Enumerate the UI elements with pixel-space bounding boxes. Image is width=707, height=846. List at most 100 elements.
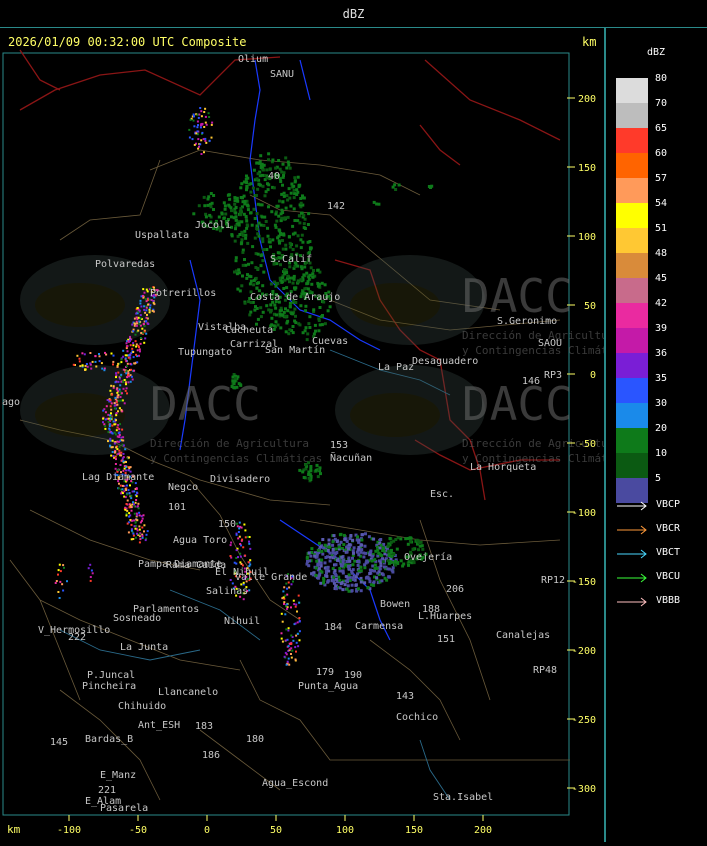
place-label: Tupungato <box>178 347 232 358</box>
echo-cell <box>136 349 139 352</box>
echo-cell <box>297 322 301 326</box>
echo-cell <box>290 656 293 659</box>
legend-swatch-35 <box>616 378 648 403</box>
echo-cell <box>407 563 410 567</box>
place-label: 206 <box>446 584 464 595</box>
timestamp-label: 2026/01/09 00:32:00 UTC Composite <box>8 35 247 49</box>
echo-cell <box>152 301 155 304</box>
place-label: ago <box>2 397 20 408</box>
place-label: S.Calif <box>270 254 312 265</box>
legend-swatch-39 <box>616 328 648 353</box>
echo-cell <box>293 603 296 606</box>
echo-cell <box>114 455 117 458</box>
echo-cell <box>282 233 286 237</box>
place-label: Punta_Agua <box>298 681 358 692</box>
echo-cell <box>359 580 363 584</box>
echo-cell <box>112 360 115 363</box>
echo-cell <box>110 412 112 415</box>
echo-cell <box>381 560 385 564</box>
place-label: 186 <box>202 750 220 761</box>
echo-cell <box>287 657 290 660</box>
echo-cell <box>295 641 298 644</box>
echo-cell <box>117 380 120 383</box>
echo-cell <box>59 570 62 573</box>
echo-cell <box>269 303 273 307</box>
echo-cell <box>387 549 391 553</box>
echo-cell <box>128 467 131 470</box>
echo-cell <box>201 131 204 134</box>
echo-cell <box>319 472 322 476</box>
echo-cell <box>255 286 259 290</box>
echo-cell <box>197 204 201 208</box>
echo-cell <box>334 563 338 567</box>
echo-cell <box>286 603 289 606</box>
echo-cell <box>290 606 292 609</box>
echo-cell <box>306 223 310 226</box>
echo-cell <box>134 323 137 325</box>
echo-cell <box>235 385 239 389</box>
echo-cell <box>338 567 342 570</box>
echo-cell <box>114 433 117 436</box>
x-tick-label: 0 <box>204 825 210 836</box>
echo-cell <box>256 232 260 236</box>
radar-map[interactable]: DACC Dirección de Agricultura y Contingenc… <box>0 28 634 842</box>
echo-cell <box>308 273 312 277</box>
echo-cell <box>380 579 384 583</box>
echo-cell <box>130 506 133 509</box>
echo-cell <box>199 107 202 109</box>
echo-cell <box>126 509 129 512</box>
echo-cell <box>279 326 283 330</box>
echo-cell <box>281 183 284 187</box>
echo-cell <box>382 565 386 569</box>
echo-cell <box>145 332 148 335</box>
echo-cell <box>278 241 281 245</box>
echo-cell <box>305 562 309 566</box>
echo-cell <box>115 414 118 417</box>
legend-label-57: 57 <box>655 173 668 184</box>
echo-cell <box>115 412 118 414</box>
echo-cell <box>328 555 332 559</box>
echo-cell <box>86 365 89 368</box>
echo-cell <box>234 211 238 215</box>
echo-cell <box>144 298 147 301</box>
echo-cell <box>295 650 297 653</box>
echo-cell <box>122 439 125 442</box>
echo-cell <box>125 360 128 363</box>
echo-cell <box>62 564 65 567</box>
echo-cell <box>346 584 350 588</box>
echo-cell <box>276 281 280 285</box>
echo-cell <box>245 219 249 223</box>
echo-cell <box>340 564 344 568</box>
echo-cell <box>141 526 144 529</box>
echo-cell <box>300 233 304 237</box>
echo-cell <box>281 247 285 251</box>
echo-cell <box>223 204 227 208</box>
echo-cell <box>145 316 148 319</box>
arrow-icon <box>617 501 647 511</box>
legend-label-36: 36 <box>655 348 668 359</box>
echo-cell <box>351 563 355 567</box>
legend-swatch-54 <box>616 203 648 228</box>
legend-swatch-80 <box>616 78 648 103</box>
echo-cell <box>284 307 287 311</box>
echo-cell <box>244 529 247 532</box>
echo-cell <box>111 393 114 396</box>
echo-cell <box>269 245 272 249</box>
place-label: Ñacuñan <box>330 451 372 464</box>
echo-cell <box>238 521 241 524</box>
echo-cell <box>111 439 114 442</box>
echo-cell <box>295 188 299 192</box>
place-label: SANU <box>270 69 294 80</box>
echo-cell <box>288 328 292 332</box>
place-label: RP12 <box>541 575 565 586</box>
echo-cell <box>286 160 290 164</box>
echo-cell <box>124 488 127 491</box>
echo-cell <box>256 252 260 256</box>
echo-cell <box>298 468 302 472</box>
echo-cell <box>118 377 121 380</box>
echo-cell <box>299 238 303 242</box>
place-label: Olium <box>238 54 268 65</box>
echo-cell <box>148 311 151 314</box>
echo-cell <box>138 320 141 323</box>
echo-cell <box>107 421 110 423</box>
